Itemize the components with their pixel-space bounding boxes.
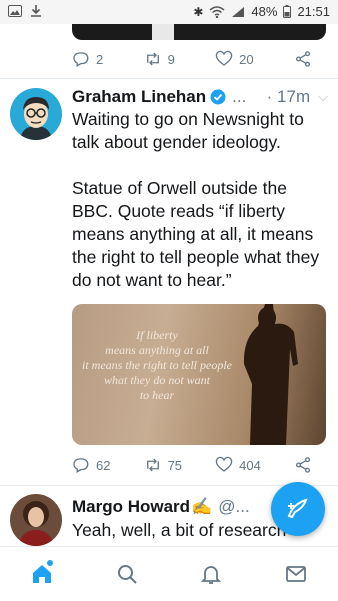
author-handle: @... [218,497,250,516]
nav-messages[interactable] [276,554,316,594]
retweet-icon [146,52,159,66]
battery-level: 48% [251,4,278,19]
reply-icon [73,458,89,473]
retweet-count: 75 [167,457,183,473]
reply-button[interactable]: 62 [72,456,110,474]
author-name[interactable]: Margo Howard [72,497,190,517]
author-name[interactable]: Graham Linehan [72,87,206,107]
author-name-emoji: ✍ [191,497,213,516]
avatar[interactable] [10,88,62,140]
share-icon [295,457,311,473]
share-button[interactable] [294,456,312,474]
battery-icon [283,5,292,18]
notifications-icon [201,566,222,584]
status-bar: ✱ 48% 21:51 [0,0,338,24]
author-handle: ... [232,87,247,106]
compose-icon [287,498,308,519]
tweet-actions: 62 75 404 [72,456,312,474]
verified-badge-icon [210,89,226,105]
tweet-header: Graham Linehan ... · 17m ⌵ [72,87,328,107]
like-button[interactable]: 20 [215,50,254,68]
share-button[interactable] [294,50,312,68]
reply-button[interactable]: 2 [72,50,103,68]
compose-tweet-button[interactable] [271,482,325,536]
tweet-image[interactable]: If liberty means anything at all it mean… [72,304,326,445]
nav-home[interactable] [22,554,62,594]
image-quote-line: If liberty [136,328,178,342]
avatar[interactable] [10,494,62,546]
search-icon [117,565,137,584]
nav-search[interactable] [107,554,147,594]
image-notification-icon [8,4,22,17]
reply-count: 62 [96,457,111,473]
image-quote-line: means anything at all [105,343,209,357]
tweet-text: Yeah, well, a bit of research [72,520,287,540]
messages-icon [285,566,306,582]
bluetooth-icon: ✱ [193,4,204,19]
retweet-count: 9 [167,51,175,67]
image-quote-line: to hear [139,388,175,402]
reply-count: 2 [96,51,104,67]
wifi-icon [209,5,225,18]
nav-notifications[interactable] [191,554,231,594]
like-count: 20 [239,51,254,67]
tweet-time[interactable]: · 17m [267,87,310,107]
profile-photo [10,494,62,546]
download-icon [31,5,41,17]
like-button[interactable]: 404 [215,456,261,474]
chevron-down-icon[interactable]: ⌵ [318,89,328,105]
retweet-button[interactable]: 9 [144,50,175,68]
clock: 21:51 [297,4,330,19]
like-icon [215,50,233,66]
image-quote: If liberty means anything at all it mean… [72,328,242,403]
like-count: 404 [239,457,261,473]
divider [0,78,338,79]
cartoon-avatar-image [10,88,62,140]
previous-tweet-media[interactable] [72,24,326,40]
image-quote-line: what they do not want [104,373,210,387]
share-icon [295,51,311,67]
previous-tweet-actions: 2 9 20 [72,50,312,68]
tweet-text: Waiting to go on Newsnight to talk about… [72,109,320,290]
like-icon [215,456,233,472]
bottom-navigation [0,546,338,601]
image-quote-line: it means the right to tell people [82,358,232,372]
signal-icon [232,6,245,17]
reply-icon [73,52,89,67]
retweet-button[interactable]: 75 [144,456,182,474]
retweet-icon [146,458,159,472]
